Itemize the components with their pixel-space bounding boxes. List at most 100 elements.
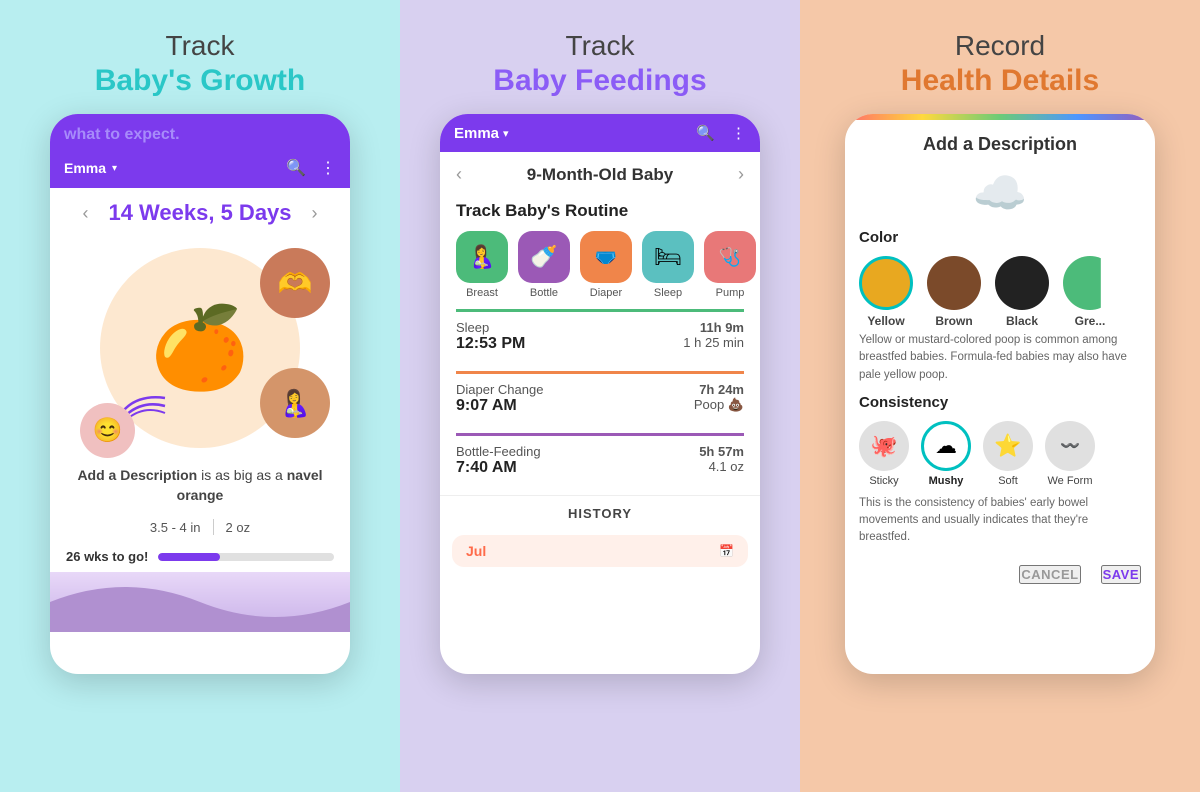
weight-measurement: 2 oz — [226, 520, 251, 535]
sleep-icon-circle: 🛏 — [642, 231, 694, 283]
measurements-row: 3.5 - 4 in 2 oz — [50, 513, 350, 541]
sleep-duration: 1 h 25 min — [683, 335, 744, 353]
sticky-label: Sticky — [869, 475, 898, 487]
p2-nav-title: 9-Month-Old Baby — [527, 165, 673, 185]
wave-decoration — [50, 572, 350, 632]
history-link[interactable]: HISTORY — [440, 495, 760, 531]
soft-circle: ⭐ — [983, 421, 1033, 471]
green-label: Gre... — [1075, 314, 1106, 328]
brown-label: Brown — [935, 314, 972, 328]
fetus-circle: 🫶 — [260, 248, 330, 318]
color-option-green[interactable]: Gre... — [1063, 256, 1117, 328]
weeks-label: 26 wks to go! — [66, 549, 148, 564]
progress-fill — [158, 553, 219, 561]
prev-week-arrow[interactable]: ‹ — [82, 203, 88, 224]
app-header: what to expect. — [50, 114, 350, 152]
save-button[interactable]: SAVE — [1101, 565, 1141, 584]
well-formed-label: We Form — [1047, 475, 1092, 487]
baby-face-icon: 😊 — [93, 416, 123, 445]
diaper-entry-header: Diaper Change 7h 24m — [456, 382, 744, 397]
calendar-icon: 📅 — [719, 544, 734, 558]
next-week-arrow[interactable]: › — [312, 203, 318, 224]
routine-icon-bottle[interactable]: 🍼 Bottle — [518, 231, 570, 299]
dropdown-caret[interactable]: ▾ — [112, 163, 117, 174]
p2-next-arrow[interactable]: › — [738, 164, 744, 185]
search-icon[interactable]: 🔍 — [286, 158, 306, 178]
bottle-entry-header: Bottle-Feeding 5h 57m — [456, 444, 744, 459]
sticky-circle: 🐙 — [859, 421, 909, 471]
pump-label: Pump — [716, 287, 745, 299]
panel-baby-growth: Track Baby's Growth what to expect. Emma… — [0, 0, 400, 792]
p2-dropdown-caret[interactable]: ▾ — [503, 127, 509, 140]
diaper-entry-name: Diaper Change — [456, 382, 543, 397]
sleep-entry[interactable]: Sleep 11h 9m 12:53 PM 1 h 25 min — [456, 309, 744, 361]
modal-title: Add a Description — [859, 134, 1141, 155]
orange-emoji: 🍊 — [150, 301, 250, 395]
week-display: ‹ 14 Weeks, 5 Days › — [50, 188, 350, 238]
cloud-icon: ☁️ — [973, 169, 1028, 218]
soft-label: Soft — [998, 475, 1018, 487]
weeks-remaining: 26 wks to go! — [50, 541, 350, 572]
color-option-black[interactable]: Black — [995, 256, 1049, 328]
modal-footer: CANCEL SAVE — [859, 557, 1141, 584]
p2-search-icon[interactable]: 🔍 — [696, 124, 715, 142]
consistency-description: This is the consistency of babies' early… — [859, 495, 1141, 547]
routine-icon-sleep[interactable]: 🛏 Sleep — [642, 231, 694, 299]
bottle-total: 5h 57m — [699, 444, 744, 459]
routine-icons-row: 🤱 Breast 🍼 Bottle 🩲 Diaper 🛏 Sleep 🩺 Pum… — [440, 231, 760, 309]
consistency-sticky[interactable]: 🐙 Sticky — [859, 421, 909, 487]
desc-middle: is as big as a — [201, 467, 287, 483]
black-label: Black — [1006, 314, 1038, 328]
mushy-circle: ☁ — [921, 421, 971, 471]
sleep-label: Sleep — [654, 287, 682, 299]
panel1-title-normal: Track — [166, 30, 235, 62]
color-description: Yellow or mustard-colored poop is common… — [859, 332, 1141, 384]
consistency-well-formed[interactable]: 〰️ We Form — [1045, 421, 1095, 487]
pump-icon-circle: 🩺 — [704, 231, 756, 283]
sleep-entry-detail: 12:53 PM 1 h 25 min — [456, 335, 744, 353]
modal-content: Add a Description ☁️ Color Yellow Brown — [845, 120, 1155, 674]
yellow-circle — [859, 256, 913, 310]
header-icons: 🔍 ⋮ — [286, 158, 336, 178]
p2-section-title: Track Baby's Routine — [440, 197, 760, 231]
color-section-label: Color — [859, 229, 1141, 246]
bottle-time: 7:40 AM — [456, 459, 517, 477]
p2-app-header: Emma ▾ 🔍 ⋮ — [440, 114, 760, 152]
phone-mockup-2: Emma ▾ 🔍 ⋮ ‹ 9-Month-Old Baby › Track Ba… — [440, 114, 760, 674]
consistency-mushy[interactable]: ☁ Mushy — [921, 421, 971, 487]
fetus-icon: 🫶 — [278, 267, 313, 300]
sleep-entry-header: Sleep 11h 9m — [456, 320, 744, 335]
calendar-strip[interactable]: Jul 📅 — [452, 535, 748, 567]
panel1-title-bold: Baby's Growth — [95, 64, 306, 98]
progress-bar — [158, 553, 334, 561]
routine-icon-pump[interactable]: 🩺 Pump — [704, 231, 756, 299]
consistency-soft[interactable]: ⭐ Soft — [983, 421, 1033, 487]
p2-prev-arrow[interactable]: ‹ — [456, 164, 462, 185]
sleep-total: 11h 9m — [700, 320, 744, 335]
yellow-label: Yellow — [867, 314, 904, 328]
color-option-brown[interactable]: Brown — [927, 256, 981, 328]
bottle-entry-detail: 7:40 AM 4.1 oz — [456, 459, 744, 477]
subheader: Emma ▾ 🔍 ⋮ — [50, 152, 350, 188]
cancel-button[interactable]: CANCEL — [1019, 565, 1080, 584]
routine-icon-diaper[interactable]: 🩲 Diaper — [580, 231, 632, 299]
routine-icon-breast[interactable]: 🤱 Breast — [456, 231, 508, 299]
bottle-entry[interactable]: Bottle-Feeding 5h 57m 7:40 AM 4.1 oz — [456, 433, 744, 485]
baby-description: Add a Description is as big as a navel o… — [50, 458, 350, 513]
diaper-entry-detail: 9:07 AM Poop 💩 — [456, 397, 744, 415]
p2-user-name: Emma — [454, 125, 499, 142]
diaper-entry[interactable]: Diaper Change 7h 24m 9:07 AM Poop 💩 — [456, 371, 744, 423]
menu-icon[interactable]: ⋮ — [320, 158, 336, 178]
app-logo: what to expect. — [64, 126, 336, 144]
color-option-yellow[interactable]: Yellow — [859, 256, 913, 328]
divider — [213, 519, 214, 535]
panel2-title-normal: Track — [566, 30, 635, 62]
panel2-title-bold: Baby Feedings — [493, 64, 706, 98]
sleep-entry-name: Sleep — [456, 320, 489, 335]
logo-dot: . — [175, 126, 179, 143]
breast-label: Breast — [466, 287, 498, 299]
logo-text: what to expect — [64, 126, 175, 143]
baby-name-inline: Add a Description — [77, 467, 197, 483]
p2-menu-icon[interactable]: ⋮ — [731, 124, 746, 142]
consistency-options: 🐙 Sticky ☁ Mushy ⭐ Soft 〰️ We Form — [859, 421, 1141, 487]
